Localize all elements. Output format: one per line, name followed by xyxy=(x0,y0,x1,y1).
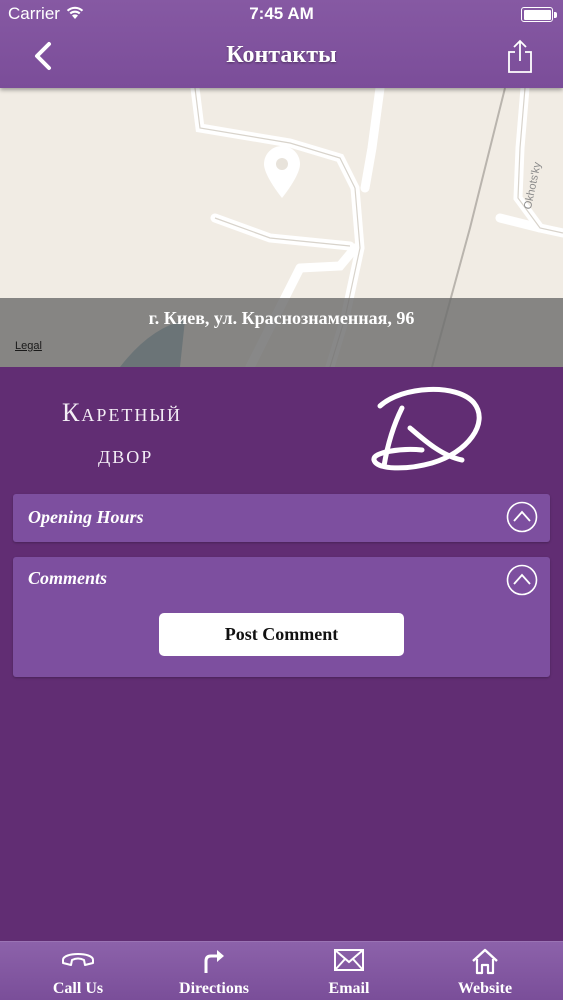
brand-wordmark: Каретный двор xyxy=(62,392,182,476)
phone-icon xyxy=(62,953,94,966)
brand-line-1: Каретный xyxy=(62,398,183,427)
tab-directions[interactable]: Directions xyxy=(144,942,284,1000)
tab-label: Call Us xyxy=(52,980,104,997)
location-pin-icon[interactable] xyxy=(262,144,302,202)
brand-monogram-logo xyxy=(371,386,482,471)
home-icon xyxy=(472,948,498,975)
post-comment-button[interactable]: Post Comment xyxy=(159,613,404,656)
address-text: г. Киев, ул. Краснознаменная, 96 xyxy=(148,308,415,328)
share-icon[interactable] xyxy=(505,38,535,74)
chevron-up-icon[interactable] xyxy=(506,564,538,596)
tab-label: Directions xyxy=(179,980,249,997)
tab-email[interactable]: Email xyxy=(279,942,419,1000)
opening-hours-title: Opening Hours xyxy=(28,507,144,527)
tab-website[interactable]: Website xyxy=(415,942,555,1000)
page-title: Контакты xyxy=(226,42,337,68)
top-bar: Carrier 7:45 AM Контакты xyxy=(0,0,563,88)
brand-line-2: двор xyxy=(98,440,154,469)
legal-link[interactable]: Legal xyxy=(15,340,42,352)
opening-hours-panel[interactable]: Opening Hours xyxy=(13,494,550,542)
tab-label: Website xyxy=(457,980,513,997)
email-icon xyxy=(334,949,364,971)
comments-panel[interactable]: Comments Post Comment xyxy=(13,557,550,677)
status-bar: Carrier 7:45 AM xyxy=(0,0,563,28)
tab-bar: Call Us Directions Email Website xyxy=(0,941,563,1000)
chevron-up-icon[interactable] xyxy=(506,501,538,533)
tab-label: Email xyxy=(328,980,370,997)
battery-icon xyxy=(521,7,557,22)
comments-title: Comments xyxy=(28,568,108,588)
directions-icon xyxy=(204,950,224,973)
tab-call-us[interactable]: Call Us xyxy=(8,942,148,1000)
status-time: 7:45 AM xyxy=(249,4,314,23)
